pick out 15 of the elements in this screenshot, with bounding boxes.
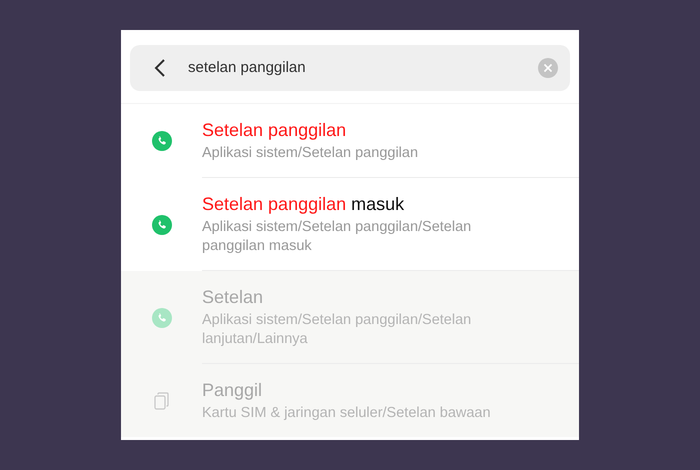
- result-title: Setelan panggilan masuk: [202, 193, 406, 216]
- result-path: Aplikasi sistem/Setelan panggilan: [202, 144, 420, 163]
- result-path: Aplikasi sistem/Setelan panggilan/Setelan lanjutan/Lainnya: [202, 311, 472, 349]
- result-title: Panggil: [202, 379, 264, 402]
- copy-icon: [154, 392, 170, 410]
- phone-icon: [152, 308, 172, 328]
- search-text: setelan panggilan: [188, 58, 307, 78]
- phone-icon: [152, 131, 172, 151]
- result-path: Aplikasi sistem/Setelan panggilan/Setelan panggilan masuk: [202, 218, 472, 256]
- phone-icon: [152, 214, 172, 234]
- result-title: Setelan: [202, 286, 264, 309]
- result-path: Kartu SIM & jaringan seluler/Setelan bawaan: [202, 404, 492, 423]
- result-title: Setelan panggilan: [202, 119, 348, 142]
- back-icon[interactable]: [154, 59, 166, 77]
- search-field[interactable]: setelan panggilan: [130, 45, 570, 91]
